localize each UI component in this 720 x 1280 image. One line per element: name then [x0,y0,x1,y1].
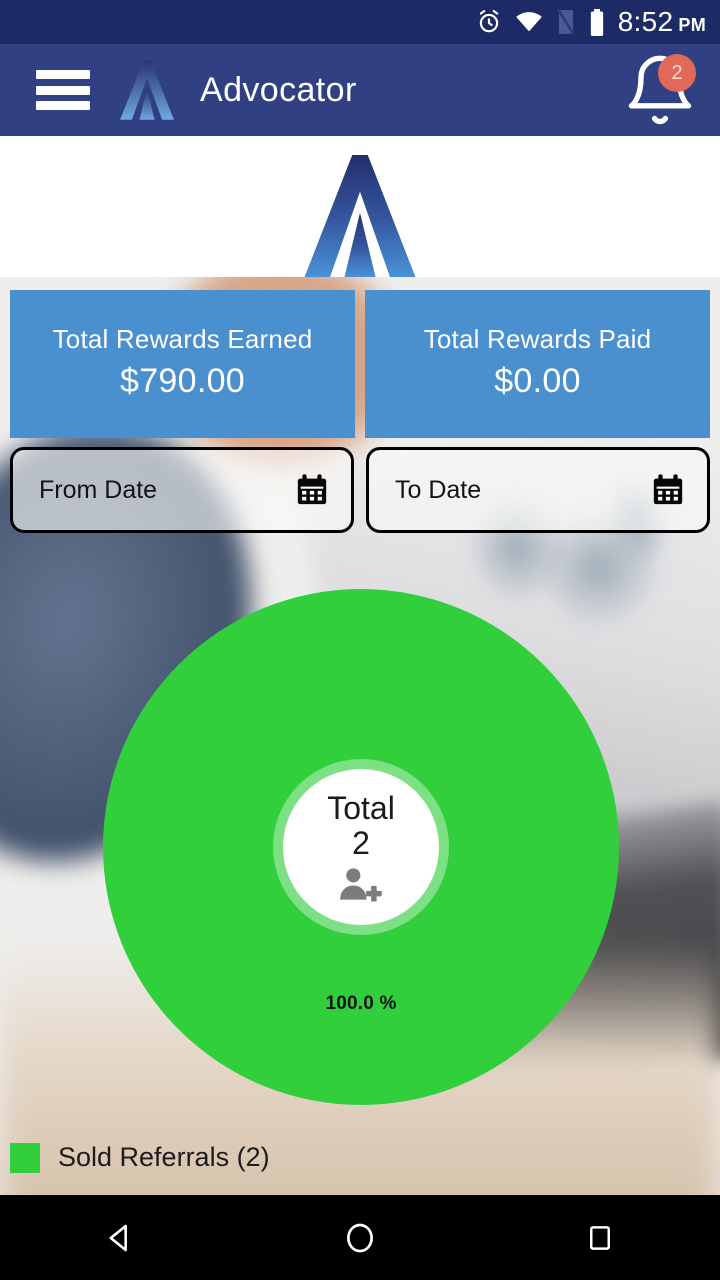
notification-badge: 2 [658,54,696,92]
card-value: $0.00 [494,362,581,400]
to-date-field[interactable]: To Date [366,447,710,533]
alarm-icon [479,9,498,33]
advocator-a-logo-icon [304,155,416,277]
card-total-rewards-paid[interactable]: Total Rewards Paid $0.00 [365,290,710,438]
circle-icon [347,1223,373,1252]
date-filters: From Date To Date [10,447,710,533]
sim-card-icon [556,9,575,35]
square-icon [590,1225,610,1250]
card-label: Total Rewards Earned [52,324,313,354]
dashboard-content: Total Rewards Earned $790.00 Total Rewar… [0,277,720,1195]
home-button[interactable] [305,1195,415,1280]
from-date-field[interactable]: From Date [10,447,354,533]
brand-logo-band [0,136,720,277]
battery-icon [590,8,603,36]
legend-label-sold-referrals: Sold Referrals (2) [58,1142,270,1172]
android-nav-bar [0,1195,720,1280]
triangle-left-icon [109,1224,127,1251]
hamburger-menu-icon[interactable] [36,70,90,110]
status-bar-time: 8:52 [617,6,674,37]
back-button[interactable] [65,1195,175,1280]
advocator-a-logo-icon [120,60,174,120]
app-root: 8:52 PM Advocator 2 Total Rewards Earned… [0,0,720,1280]
legend-swatch-sold-referrals [10,1142,40,1173]
notification-button[interactable]: 2 [622,52,698,128]
card-total-rewards-earned[interactable]: Total Rewards Earned $790.00 [10,290,355,438]
status-bar: 8:52 PM [0,0,720,44]
from-date-label: From Date [39,475,158,504]
calendar-icon[interactable] [651,473,685,507]
to-date-label: To Date [395,475,482,504]
card-label: Total Rewards Paid [423,324,652,354]
wifi-icon [515,12,542,32]
calendar-icon[interactable] [295,473,329,507]
stats-cards: Total Rewards Earned $790.00 Total Rewar… [10,290,710,438]
card-value: $790.00 [119,362,245,400]
page-title: Advocator [200,70,357,109]
recents-button[interactable] [545,1195,655,1280]
app-bar: Advocator 2 [0,44,720,136]
status-bar-clock: 8:52 PM [618,6,706,38]
chart-legend: Sold Referrals (2) [10,1142,270,1173]
status-bar-meridiem: PM [678,15,706,35]
